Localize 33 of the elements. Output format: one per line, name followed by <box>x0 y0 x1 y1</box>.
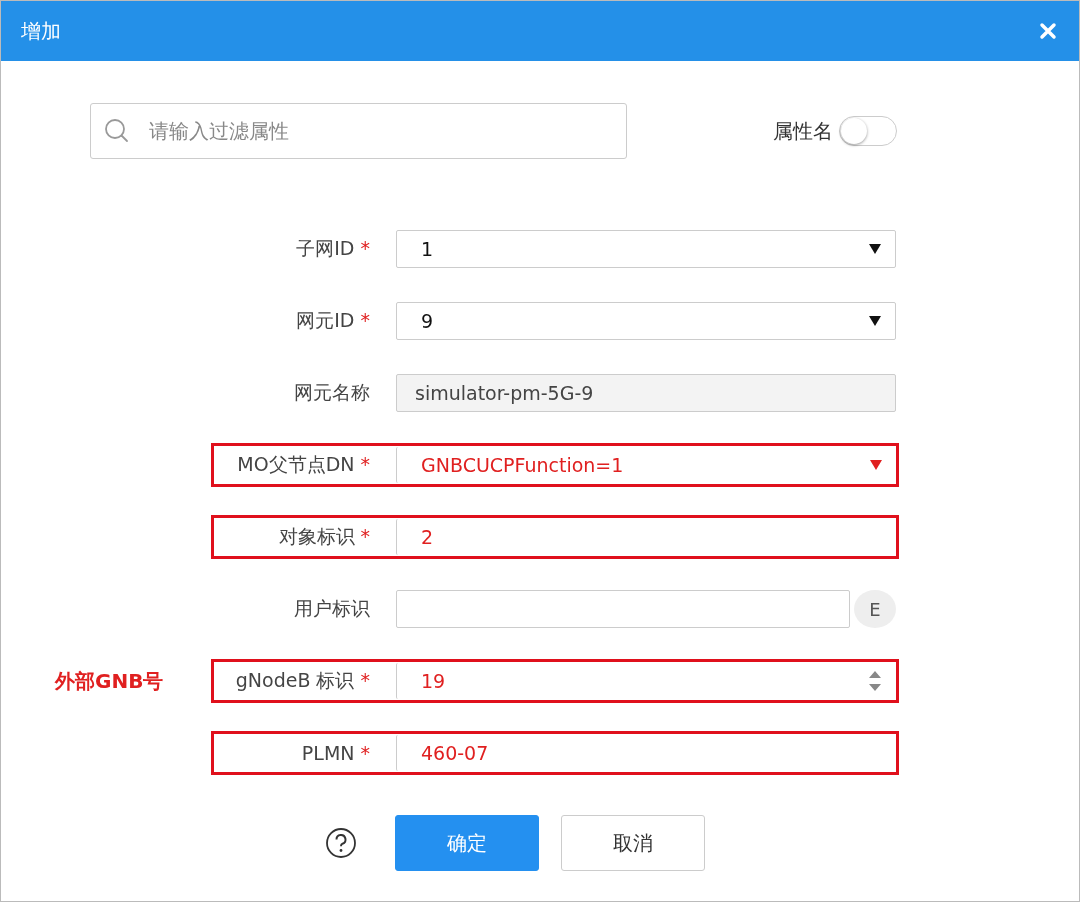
field-label: MO父节点DN <box>237 453 355 475</box>
annotation-text: 外部GNB号 <box>55 668 164 693</box>
readonly-field: simulator-pm-5G-9 <box>396 374 896 412</box>
required-mark: * <box>360 742 370 764</box>
search-icon <box>104 118 130 144</box>
editor-button[interactable]: E <box>854 590 896 628</box>
dialog-title: 增加 <box>21 17 61 45</box>
field-label: 网元ID <box>296 309 355 331</box>
confirm-button[interactable]: 确定 <box>395 815 539 871</box>
help-icon[interactable] <box>325 827 357 859</box>
required-mark: * <box>360 525 370 547</box>
caret-icon <box>869 316 881 326</box>
select-field[interactable]: 1 <box>396 230 896 268</box>
search-field[interactable]: 请输入过滤属性 <box>90 103 627 159</box>
required-mark: * <box>360 669 370 691</box>
required-mark: * <box>360 309 370 331</box>
input-field[interactable] <box>396 590 850 628</box>
field-label: 用户标识 <box>294 597 370 619</box>
toggle-switch[interactable] <box>839 116 897 146</box>
toggle-label: 属性名 <box>773 117 833 145</box>
caret-icon <box>870 460 882 470</box>
field-label: gNodeB 标识 <box>235 669 355 691</box>
field-label: 网元名称 <box>294 381 370 403</box>
close-icon[interactable] <box>1039 22 1057 40</box>
caret-icon <box>869 244 881 254</box>
field-label: 对象标识 <box>278 525 355 547</box>
required-mark: * <box>360 453 370 475</box>
field-label: PLMN <box>301 742 355 764</box>
field-label: 子网ID <box>296 237 355 259</box>
required-mark: * <box>360 237 370 259</box>
spinner-arrows-icon[interactable] <box>868 670 882 692</box>
select-field[interactable]: 9 <box>396 302 896 340</box>
cancel-button[interactable]: 取消 <box>561 815 705 871</box>
